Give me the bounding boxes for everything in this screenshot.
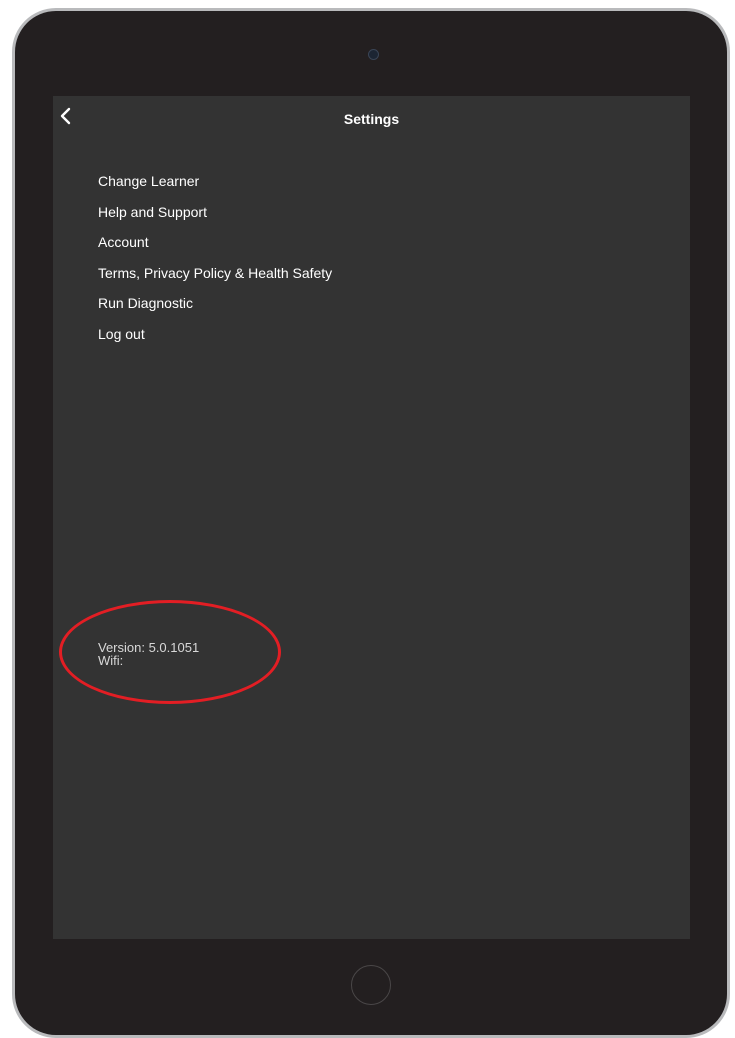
page-title: Settings [343, 111, 400, 127]
menu-item-help-and-support[interactable]: Help and Support [98, 204, 332, 235]
tablet-frame: Settings Change Learner Help and Support… [12, 8, 730, 1038]
menu-item-log-out[interactable]: Log out [98, 326, 332, 357]
menu-item-account[interactable]: Account [98, 234, 332, 265]
wifi-label: Wifi: [98, 653, 124, 668]
menu-item-terms-privacy[interactable]: Terms, Privacy Policy & Health Safety [98, 265, 332, 296]
menu-item-change-learner[interactable]: Change Learner [98, 173, 332, 204]
settings-menu: Change Learner Help and Support Account … [98, 173, 332, 357]
home-button[interactable] [351, 965, 391, 1005]
app-screen: Settings Change Learner Help and Support… [53, 96, 690, 939]
tablet-body: Settings Change Learner Help and Support… [15, 11, 727, 1035]
menu-item-run-diagnostic[interactable]: Run Diagnostic [98, 295, 332, 326]
app-info: Version: 5.0.1051 Wifi: [98, 641, 199, 667]
front-camera [368, 49, 379, 60]
navigation-bar: Settings [53, 96, 690, 142]
